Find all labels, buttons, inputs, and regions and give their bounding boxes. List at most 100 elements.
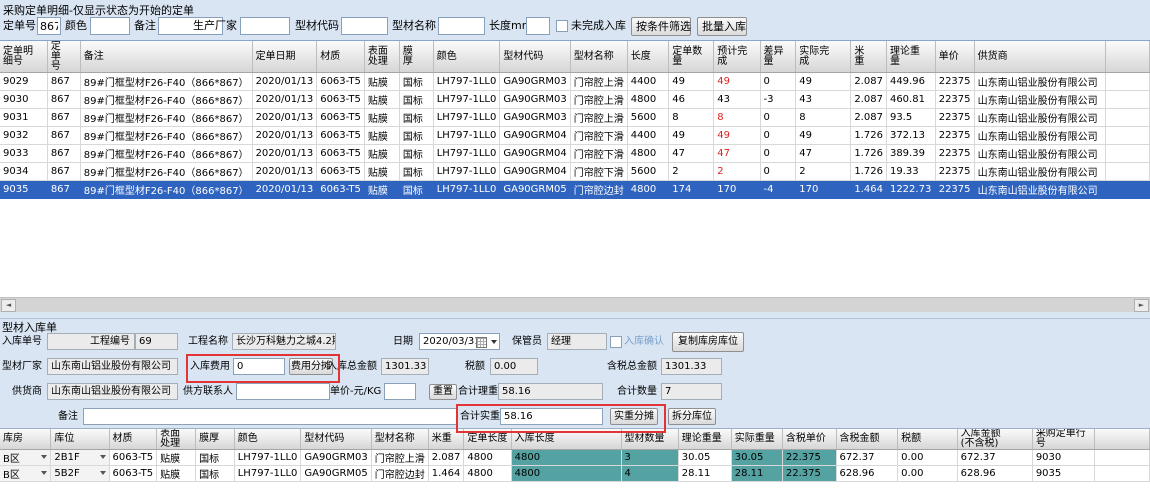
column-header[interactable]: 表面处理 [364,41,399,73]
column-header[interactable]: 实际完成 [796,41,851,73]
table-row[interactable]: 903586789#门框型材F26-F40（866*867）2020/01/13… [0,181,1150,199]
cell: 89#门框型材F26-F40（866*867） [80,109,252,127]
calendar-icon[interactable] [476,337,487,348]
cell: B区 [0,466,51,482]
column-header[interactable]: 膜厚 [399,41,433,73]
column-header[interactable]: 理论重量 [678,429,731,450]
column-header[interactable]: 定单号 [47,41,80,73]
cell: 2020/01/13 [252,91,317,109]
cell: 22375 [935,127,974,145]
column-header[interactable]: 入库长度 [511,429,621,450]
column-header[interactable]: 米重 [428,429,464,450]
actual-weight-input[interactable] [500,408,603,425]
table-row[interactable]: B区5B2F6063-T5贴膜国标LH797-1LL0GA90GRM05门帘腔边… [0,466,1150,482]
total-amount-field[interactable]: 1301.33 [381,358,429,375]
column-header[interactable]: 含税金额 [836,429,898,450]
column-header[interactable]: 预计完成 [714,41,760,73]
column-header[interactable]: 实际重量 [731,429,782,450]
dropdown-arrow-icon[interactable] [41,471,47,478]
column-header[interactable]: 材质 [317,41,365,73]
cell: GA90GRM03 [301,450,371,466]
column-header[interactable]: 型材名称 [570,41,627,73]
column-header[interactable]: 税额 [898,429,957,450]
column-header[interactable]: 备注 [80,41,252,73]
column-header[interactable]: 差异量 [760,41,796,73]
column-header[interactable]: 颜色 [234,429,301,450]
date-picker[interactable]: 2020/03/31 [419,333,500,350]
color-input[interactable] [90,17,130,35]
column-header[interactable]: 定单数量 [669,41,714,73]
column-header[interactable]: 含税单价 [782,429,836,450]
cell: 国标 [399,145,433,163]
theory-weight-field[interactable]: 58.16 [498,383,603,400]
batch-inbound-button[interactable]: 批量入库 [697,17,747,36]
project-no-field[interactable]: 69 [135,333,178,350]
factory-field[interactable]: 山东南山铝业股份有限公司 [47,358,178,375]
project-name-field[interactable]: 长沙万科魅力之城4.2期 [232,333,336,350]
column-header[interactable]: 长度 [627,41,669,73]
column-header[interactable]: 型材代码 [301,429,371,450]
column-header[interactable]: 单价 [935,41,974,73]
profile-code-input[interactable] [341,17,388,35]
scroll-right-icon[interactable]: ► [1134,299,1149,312]
actual-weight-share-button[interactable]: 实重分摊 [610,408,658,425]
column-header[interactable]: 定单长度 [464,429,511,450]
total-qty-field[interactable]: 7 [661,383,722,400]
column-header[interactable]: 定单明细号 [0,41,47,73]
fee-input[interactable] [233,358,285,375]
filter-by-condition-button[interactable]: 按条件筛选 [631,17,691,36]
cell: 9030 [0,91,47,109]
column-header[interactable]: 型材名称 [371,429,428,450]
column-header[interactable]: 米重 [851,41,887,73]
date-dropdown-icon[interactable] [491,340,497,347]
unit-price-input[interactable] [384,383,416,400]
manufacturer-input[interactable] [240,17,290,35]
keeper-field[interactable]: 经理 [547,333,607,350]
length-input[interactable] [526,17,550,35]
profile-name-input[interactable] [438,17,485,35]
reset-button[interactable]: 重置 [429,384,457,400]
confirm-checkbox[interactable] [610,336,622,348]
supplier-field[interactable]: 山东南山铝业股份有限公司 [47,383,178,400]
column-header[interactable]: 膜厚 [196,429,235,450]
column-header[interactable]: 采购定单行号 [1032,429,1095,450]
split-location-button[interactable]: 拆分库位 [668,408,716,425]
note-input[interactable] [83,408,457,425]
column-header[interactable]: 定单日期 [252,41,317,73]
table-row[interactable]: 903286789#门框型材F26-F40（866*867）2020/01/13… [0,127,1150,145]
table-row[interactable]: 902986789#门框型材F26-F40（866*867）2020/01/13… [0,73,1150,91]
dropdown-arrow-icon[interactable] [41,455,47,462]
cell: 国标 [399,91,433,109]
total-qty-label: 合计数量 [617,383,657,400]
cell: 49 [796,73,851,91]
column-header[interactable]: 表面处理 [157,429,196,450]
table-row[interactable]: 903486789#门框型材F26-F40（866*867）2020/01/13… [0,163,1150,181]
column-header[interactable]: 入库金额(不含税) [957,429,1032,450]
column-header[interactable]: 材质 [109,429,157,450]
table-row[interactable]: B区2B1F6063-T5贴膜国标LH797-1LL0GA90GRM03门帘腔上… [0,450,1150,466]
tax-field[interactable]: 0.00 [490,358,538,375]
cell: 4800 [627,91,669,109]
table-row[interactable]: 903086789#门框型材F26-F40（866*867）2020/01/13… [0,91,1150,109]
dropdown-arrow-icon[interactable] [100,471,106,478]
contact-input[interactable] [236,383,330,400]
cell: 867 [47,109,80,127]
column-header[interactable]: 型材代码 [500,41,570,73]
unfinished-checkbox[interactable] [556,20,568,32]
table-row[interactable]: 903386789#门框型材F26-F40（866*867）2020/01/13… [0,145,1150,163]
tax-total-field[interactable]: 1301.33 [661,358,722,375]
dropdown-arrow-icon[interactable] [100,455,106,462]
column-header[interactable]: 库位 [51,429,109,450]
column-header[interactable] [1095,429,1150,450]
column-header[interactable] [1106,41,1150,73]
scroll-left-icon[interactable]: ◄ [1,299,16,312]
copy-warehouse-button[interactable]: 复制库房库位 [672,332,744,352]
column-header[interactable]: 理论重量 [886,41,935,73]
horizontal-scrollbar[interactable]: ◄ ► [0,297,1150,312]
table-row[interactable]: 903186789#门框型材F26-F40（866*867）2020/01/13… [0,109,1150,127]
column-header[interactable]: 库房 [0,429,51,450]
column-header[interactable]: 颜色 [433,41,500,73]
column-header[interactable]: 供货商 [974,41,1105,73]
column-header[interactable]: 型材数量 [621,429,678,450]
order-no-input[interactable] [37,17,61,35]
